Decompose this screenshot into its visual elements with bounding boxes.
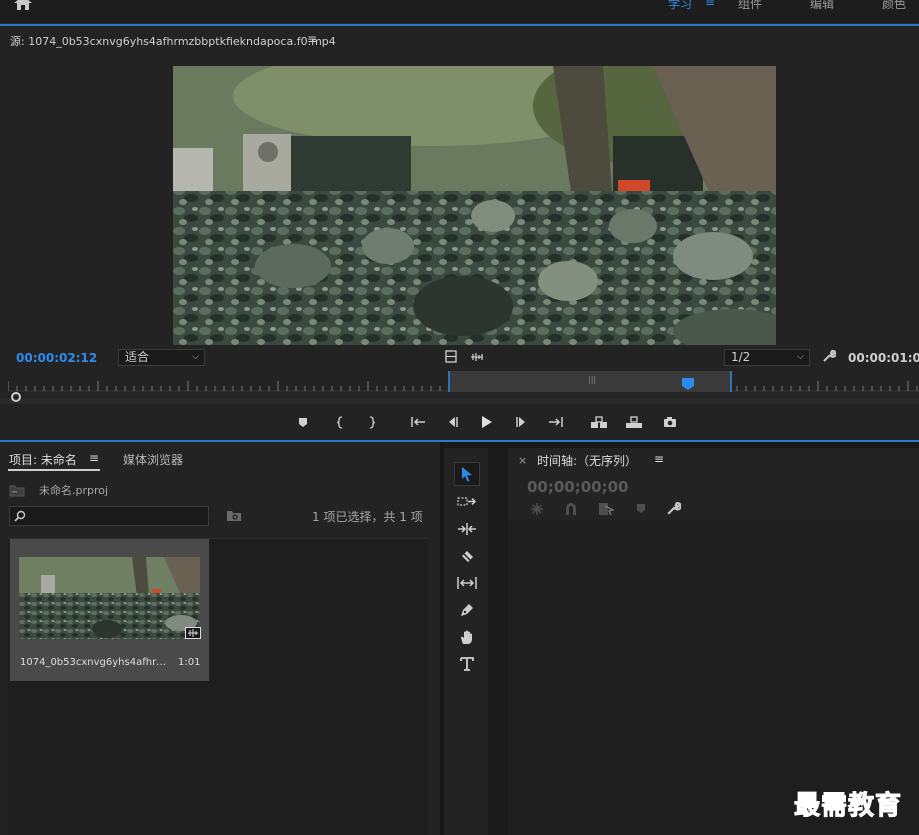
search-icon [14, 510, 26, 522]
marker-icon [299, 417, 307, 427]
selection-status: 1 项已选择，共 1 项 [312, 510, 423, 524]
active-tab-indicator [8, 469, 100, 471]
playback-resolution-select[interactable]: 1/2 ⌵ [724, 349, 810, 366]
tab-media-browser[interactable]: 媒体浏览器 [123, 451, 183, 468]
type-tool[interactable] [454, 652, 480, 676]
hand-icon [461, 630, 472, 644]
type-icon [460, 657, 474, 671]
zoom-level-value: 适合 [125, 350, 150, 364]
workspace-tab-learning[interactable]: 学习 [668, 0, 692, 12]
export-frame-button[interactable] [660, 412, 680, 432]
chevron-down-icon: ⌵ [797, 352, 804, 362]
film-icon[interactable] [445, 350, 457, 363]
panel-divider[interactable] [488, 442, 508, 835]
hand-tool[interactable] [454, 625, 480, 649]
video-preview[interactable] [173, 66, 776, 345]
ripple-edit-icon [458, 523, 476, 535]
step-back-icon [449, 417, 458, 427]
pen-icon [461, 604, 473, 616]
home-icon[interactable] [14, 0, 32, 10]
marker-button[interactable] [293, 412, 313, 432]
arrow-cursor-icon [462, 467, 472, 482]
svg-text:|||: ||| [588, 375, 596, 384]
panel-menu-icon[interactable]: ≡ [89, 451, 99, 465]
go-to-in-button[interactable] [408, 412, 428, 432]
source-monitor-title[interactable]: 源: 1074_0b53cxnvg6yhs4afhrmzbbptkfieknda… [10, 33, 336, 49]
playhead-marker[interactable] [681, 377, 695, 391]
chevron-down-icon: ⌵ [192, 352, 199, 362]
tab-project[interactable]: 项目: 未命名 [9, 451, 77, 468]
workspace-tab-editing[interactable]: 编辑 [810, 0, 834, 12]
zoom-level-select[interactable]: 适合 ⌵ [118, 349, 205, 366]
track-select-icon [457, 497, 477, 506]
wrench-icon[interactable] [666, 501, 681, 516]
playback-resolution-value: 1/2 [731, 350, 751, 364]
camera-icon [664, 417, 676, 427]
pen-tool[interactable] [454, 598, 480, 622]
mark-in-button[interactable] [330, 412, 350, 432]
clip-item[interactable]: 1074_0b53cxnvg6yhs4afhrm... 1:01 [10, 539, 209, 681]
project-panel: 项目: 未命名 ≡ 媒体浏览器 未命名.prproj 1 项已选择，共 1 项 [0, 442, 440, 835]
audio-video-badge-icon [185, 627, 201, 639]
track-select-tool[interactable] [454, 490, 480, 514]
add-marker-icon[interactable] [636, 503, 646, 514]
step-forward-icon [516, 417, 525, 427]
razor-icon [462, 551, 473, 562]
project-file-name: 未命名.prproj [39, 484, 109, 497]
panel-menu-icon[interactable]: ≡ [307, 32, 317, 46]
insert-icon [591, 415, 607, 428]
panel-menu-icon[interactable]: ≡ [654, 452, 664, 466]
razor-tool[interactable] [454, 544, 480, 568]
play-icon [482, 416, 492, 428]
time-ruler[interactable]: ||| [8, 371, 919, 393]
go-to-out-button[interactable] [546, 412, 566, 432]
timeline-timecode[interactable]: 00;00;00;00 [527, 478, 629, 496]
wrench-icon[interactable] [822, 349, 836, 363]
mark-out-icon [369, 415, 376, 429]
new-search-bin-icon[interactable] [226, 509, 242, 522]
slip-icon [457, 577, 477, 589]
go-to-out-icon [549, 417, 563, 427]
project-search-input[interactable] [9, 506, 209, 526]
ripple-edit-tool[interactable] [454, 517, 480, 541]
nest-sequence-icon[interactable] [530, 502, 544, 516]
mark-out-button[interactable] [362, 412, 382, 432]
zoom-scrollbar[interactable] [0, 398, 919, 404]
source-duration-timecode: 00:00:01:03 [848, 351, 919, 365]
clip-thumbnail [19, 557, 200, 639]
go-to-in-icon [411, 417, 425, 427]
mark-in-icon [336, 415, 343, 429]
watermark-logo: 最需教育 [793, 791, 903, 822]
timeline-title[interactable]: 时间轴:（无序列） [537, 452, 637, 469]
timeline-panel: × 时间轴:（无序列） ≡ 00;00;00;00 [508, 448, 919, 835]
workspace-tab-assembly[interactable]: 组件 [738, 0, 762, 12]
clip-duration: 1:01 [178, 657, 201, 668]
linked-selection-icon[interactable] [598, 502, 614, 516]
selection-tool[interactable] [454, 462, 480, 486]
play-button[interactable] [477, 412, 497, 432]
workspace-bar: 学习 ≡ 组件 编辑 颜色 [0, 0, 919, 24]
overwrite-button[interactable] [624, 412, 644, 432]
clip-name: 1074_0b53cxnvg6yhs4afhrm... [20, 657, 170, 668]
scrollbar-handle[interactable] [11, 392, 21, 402]
audio-waveform-icon[interactable] [470, 353, 484, 361]
snap-magnet-icon[interactable] [564, 502, 578, 516]
workspace-menu-icon[interactable]: ≡ [705, 0, 715, 9]
overwrite-icon [626, 415, 642, 428]
tools-panel [444, 448, 488, 835]
step-back-button[interactable] [442, 412, 462, 432]
step-forward-button[interactable] [512, 412, 532, 432]
slip-tool[interactable] [454, 571, 480, 595]
insert-button[interactable] [589, 412, 609, 432]
close-icon[interactable]: × [518, 454, 527, 467]
source-playhead-timecode[interactable]: 00:00:02:12 [16, 351, 97, 365]
transport-controls [0, 412, 919, 432]
project-folder-icon [9, 485, 25, 497]
source-monitor: 源: 1074_0b53cxnvg6yhs4afhrmzbbptkfieknda… [0, 26, 919, 440]
workspace-tab-color[interactable]: 颜色 [882, 0, 906, 12]
